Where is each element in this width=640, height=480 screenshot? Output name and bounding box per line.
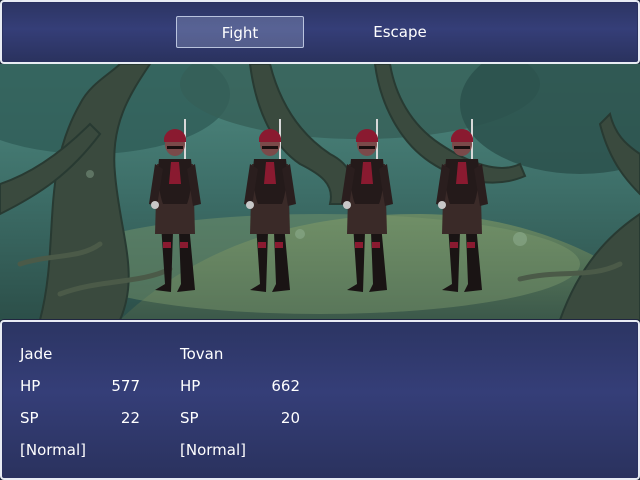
party-status-window: Jade HP 577 SP 22 [Normal] Tovan HP 662 …	[0, 320, 640, 480]
sp-value: 22	[120, 409, 140, 427]
hp-value: 577	[111, 377, 140, 395]
sp-label: SP	[180, 409, 199, 427]
hp-value: 662	[271, 377, 300, 395]
escape-command[interactable]: Escape	[336, 16, 464, 48]
enemy-sprite[interactable]	[244, 119, 296, 292]
actor-name: Jade	[20, 345, 53, 363]
sp-value: 20	[280, 409, 300, 427]
enemy-sprite[interactable]	[149, 119, 201, 292]
hp-label: HP	[180, 377, 201, 395]
actor-name: Tovan	[180, 345, 224, 363]
actor-state: [Normal]	[180, 441, 246, 459]
battle-background	[0, 64, 640, 320]
command-window: Fight Escape	[0, 0, 640, 64]
enemy-troop	[149, 119, 488, 292]
sp-label: SP	[20, 409, 39, 427]
actor-state: [Normal]	[20, 441, 86, 459]
fight-command[interactable]: Fight	[176, 16, 304, 48]
enemy-sprite[interactable]	[436, 119, 488, 292]
hp-label: HP	[20, 377, 41, 395]
enemy-sprite[interactable]	[341, 119, 393, 292]
